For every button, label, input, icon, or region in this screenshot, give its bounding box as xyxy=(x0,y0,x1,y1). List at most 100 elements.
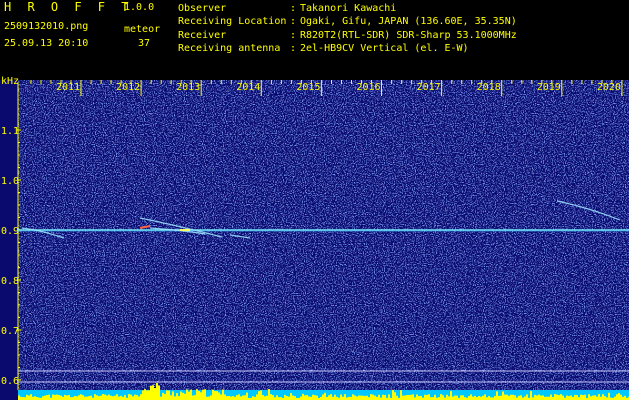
level-bar xyxy=(292,395,294,400)
level-bar xyxy=(260,390,262,400)
x-tick-label: 2013 xyxy=(176,82,200,93)
level-bar xyxy=(518,395,520,400)
level-bar xyxy=(360,395,362,400)
level-bar xyxy=(218,392,220,400)
level-bar xyxy=(180,391,182,400)
level-bar xyxy=(352,394,354,400)
level-bar xyxy=(140,394,142,400)
info-key: Receiving Location xyxy=(178,16,287,28)
level-bar xyxy=(508,395,510,400)
level-bar xyxy=(60,395,62,400)
level-bar xyxy=(172,391,174,400)
level-bar xyxy=(28,395,30,400)
level-bar xyxy=(604,396,606,400)
level-bar xyxy=(370,394,372,400)
level-bar xyxy=(284,394,286,400)
level-bar xyxy=(240,396,242,400)
level-bar xyxy=(162,392,164,400)
level-bar xyxy=(272,395,274,400)
level-bar xyxy=(288,396,290,400)
level-bar xyxy=(276,395,278,400)
level-bar xyxy=(448,396,450,400)
level-bar xyxy=(110,395,112,400)
level-bar xyxy=(306,395,308,400)
level-bar xyxy=(456,395,458,400)
level-bar xyxy=(590,396,592,400)
level-bar xyxy=(212,389,214,400)
level-bar xyxy=(424,394,426,400)
x-tick-label: 2011 xyxy=(56,82,80,93)
info-key: Receiving antenna xyxy=(178,42,281,54)
level-bar xyxy=(154,388,156,400)
level-bar xyxy=(344,394,346,400)
level-bar xyxy=(210,395,212,400)
level-bar xyxy=(204,389,206,400)
level-bar xyxy=(416,394,418,400)
meteor-count: 37 xyxy=(138,38,151,49)
info-value: 2el-HB9CV Vertical (el. E-W) xyxy=(300,42,469,54)
level-bar xyxy=(130,394,132,400)
level-bar xyxy=(428,394,430,400)
level-bar xyxy=(42,396,44,400)
x-tick-label: 2017 xyxy=(417,82,441,93)
level-bar xyxy=(596,396,598,400)
spectrogram-svg: kHz 1.1 1.0 0.9 0.8 0.7 0.6 2011 2012 2013 2014 201… xyxy=(0,76,629,400)
level-bar xyxy=(330,394,332,400)
level-bar xyxy=(124,395,126,400)
level-bar xyxy=(82,395,84,400)
level-bar xyxy=(580,394,582,400)
level-bar xyxy=(520,395,522,400)
level-bar xyxy=(560,394,562,400)
level-bar xyxy=(132,396,134,400)
x-tick-label: 2014 xyxy=(236,82,260,93)
level-bar xyxy=(68,395,70,400)
level-bar xyxy=(334,394,336,400)
level-bar xyxy=(496,391,498,400)
level-bar xyxy=(358,395,360,400)
level-bar xyxy=(146,390,148,400)
level-bar xyxy=(46,395,48,400)
level-bar xyxy=(106,395,108,400)
level-bar xyxy=(148,390,150,400)
info-header: H R O F F T 1.0.0 2509132010.png 25.09.1… xyxy=(0,0,629,60)
level-bar xyxy=(236,395,238,400)
level-bar xyxy=(526,394,528,400)
level-bar xyxy=(164,393,166,400)
level-bar xyxy=(366,395,368,400)
y-axis-label: kHz xyxy=(1,76,19,87)
y-tick-label: 0.7 xyxy=(1,326,19,337)
level-bar xyxy=(76,396,78,400)
level-bar xyxy=(98,396,100,400)
capture-timestamp: 25.09.13 20:10 xyxy=(4,38,89,49)
level-bar xyxy=(328,395,330,400)
level-bar xyxy=(314,395,316,400)
level-bar xyxy=(450,391,452,400)
level-bar xyxy=(174,396,176,400)
level-bar xyxy=(324,392,326,400)
level-bar xyxy=(440,394,442,400)
level-bar xyxy=(562,395,564,400)
level-bar xyxy=(374,395,376,400)
level-bar xyxy=(608,392,610,400)
level-bar xyxy=(592,395,594,400)
level-bar xyxy=(84,396,86,400)
level-bar xyxy=(550,394,552,400)
level-bar xyxy=(200,392,202,400)
level-bar xyxy=(418,396,420,400)
level-bar xyxy=(514,395,516,400)
level-bar xyxy=(34,396,36,400)
level-bar xyxy=(300,396,302,400)
level-bar xyxy=(556,394,558,400)
y-tick-label: 0.6 xyxy=(1,376,19,387)
level-bar xyxy=(184,393,186,400)
level-bar xyxy=(44,395,46,400)
level-bar xyxy=(224,394,226,400)
info-separator: : xyxy=(290,16,297,28)
level-bar xyxy=(356,396,358,400)
level-bar xyxy=(340,394,342,400)
app-version: 1.0.0 xyxy=(124,2,155,13)
level-bar xyxy=(166,390,168,400)
x-tick-label: 2016 xyxy=(356,82,380,93)
x-tick-label: 2019 xyxy=(537,82,561,93)
level-bar xyxy=(470,394,472,400)
